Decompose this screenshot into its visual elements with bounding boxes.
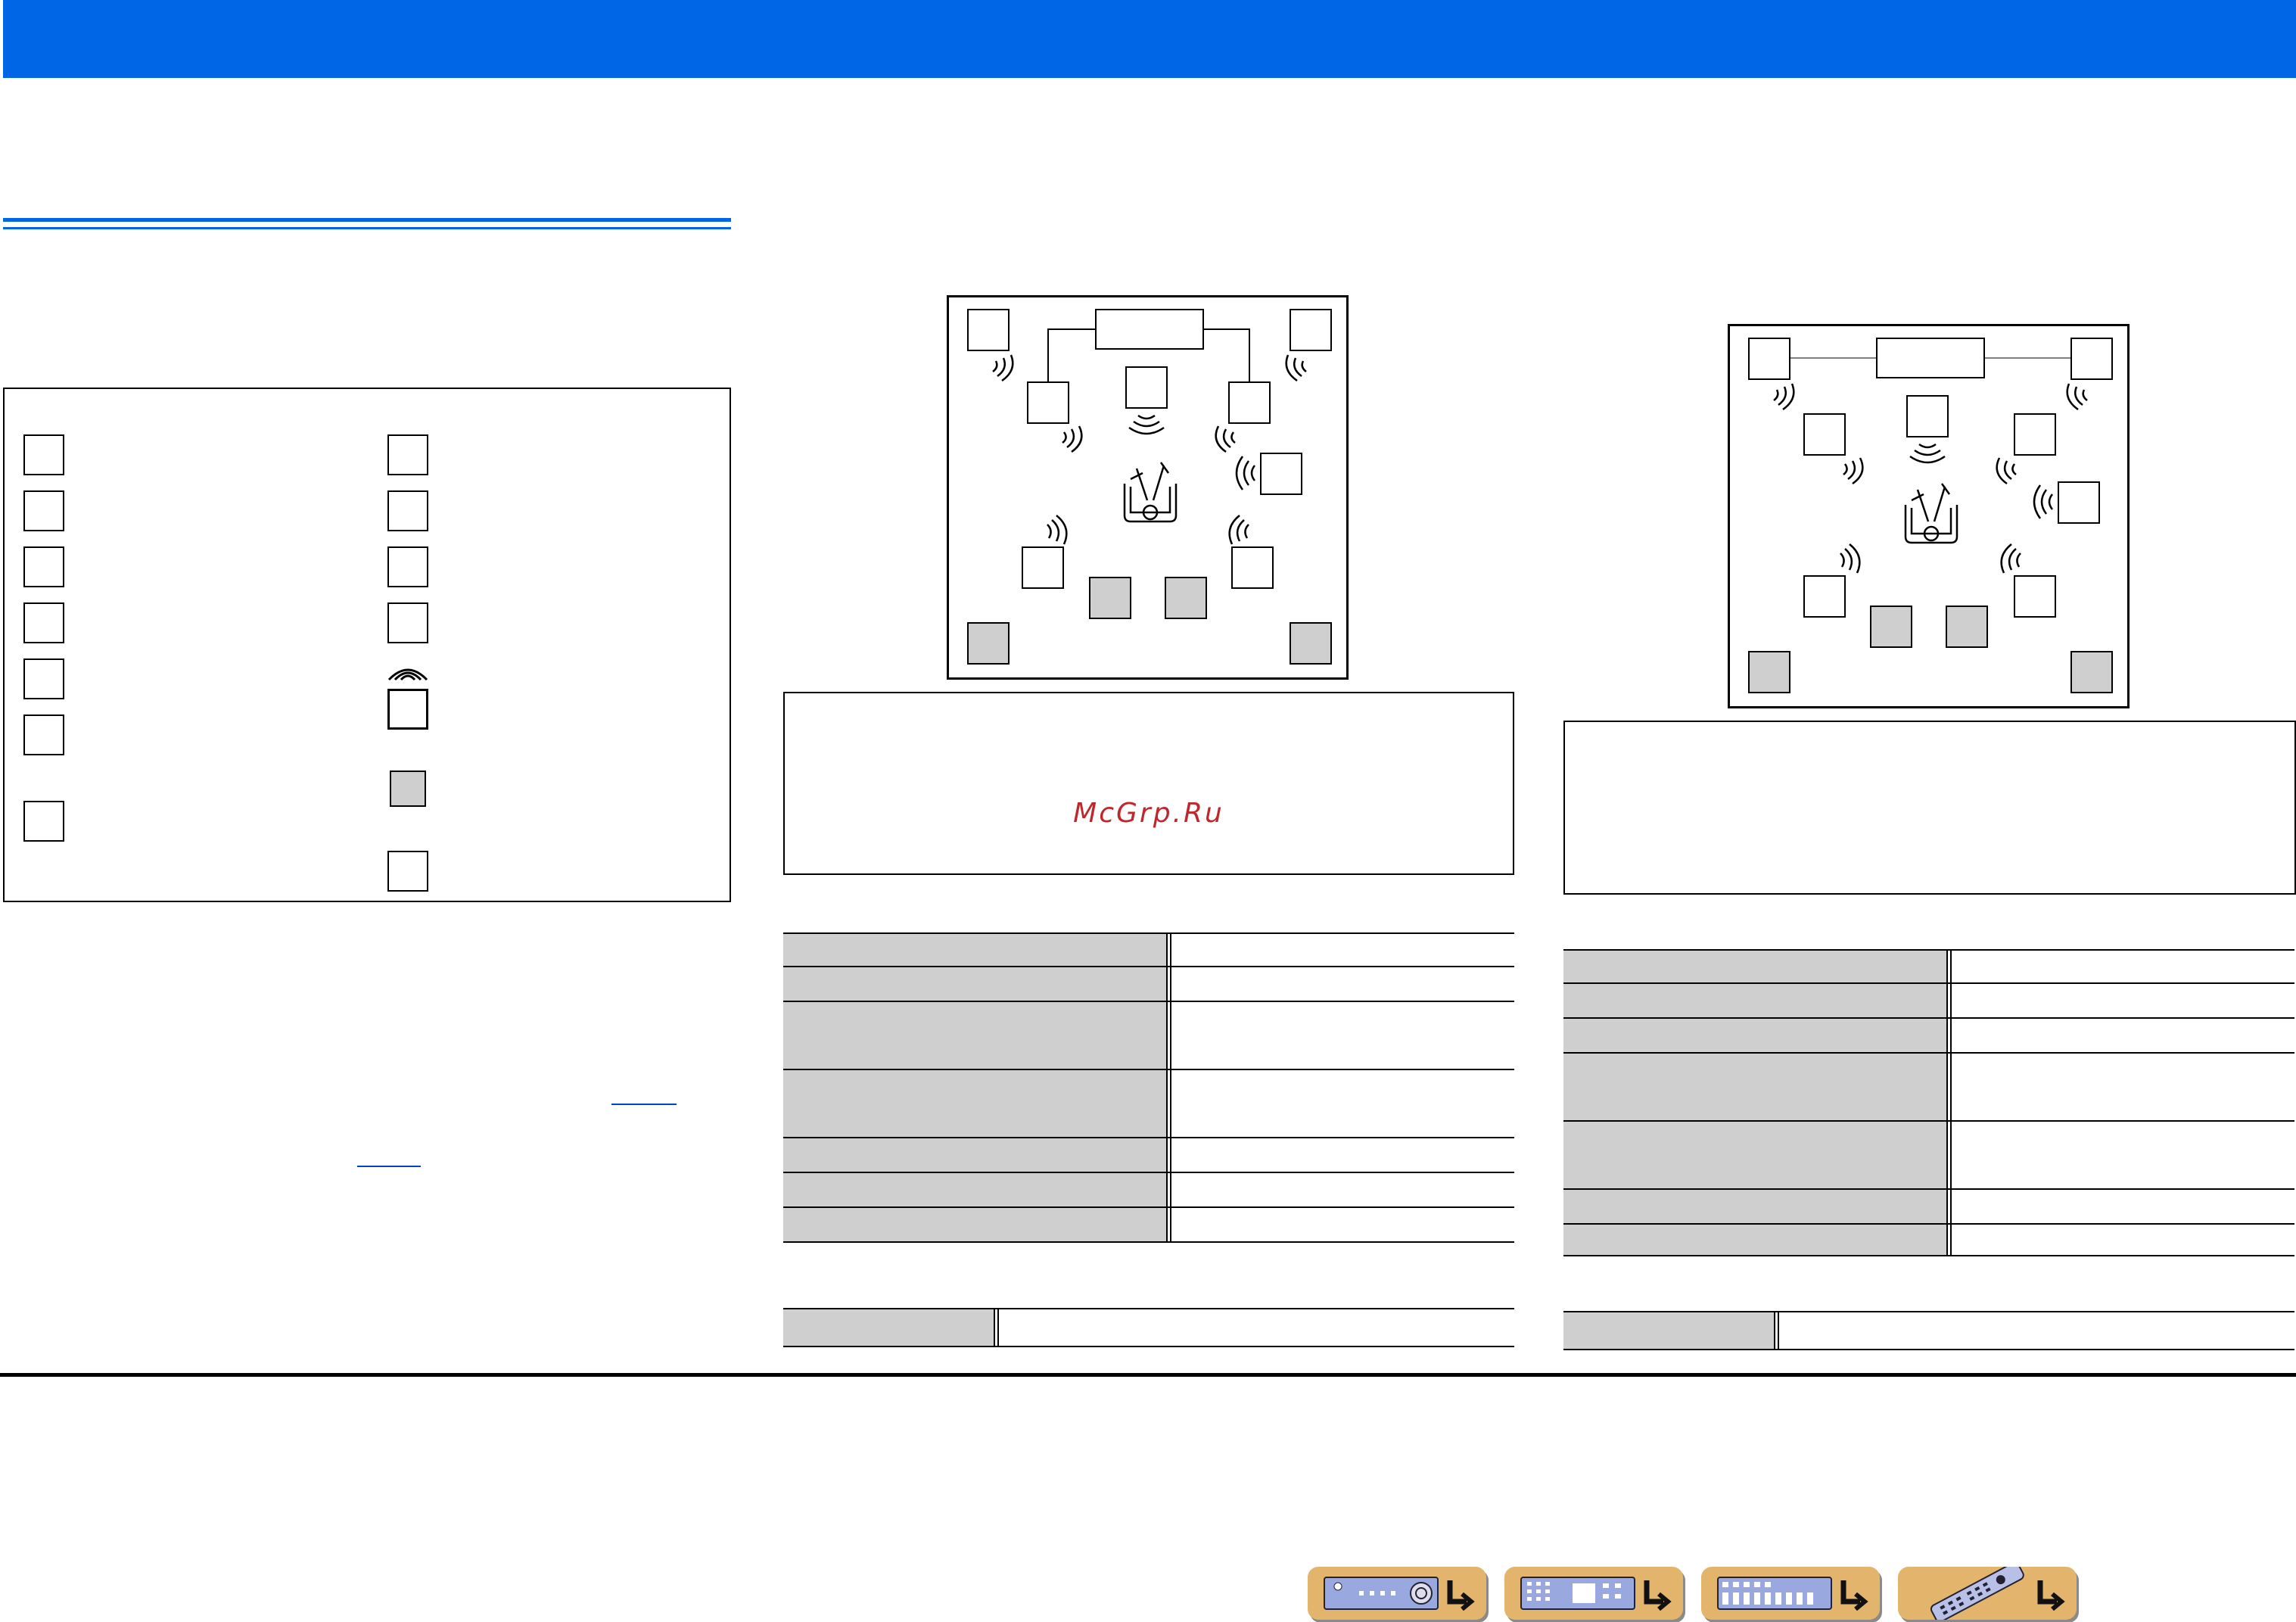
table-row — [1563, 1190, 2294, 1225]
listener-icon — [1904, 483, 1958, 544]
legend-speaker-icon — [23, 490, 64, 531]
legend-speaker-icon — [23, 434, 64, 475]
speaker-legend-box — [3, 388, 731, 902]
table-row — [1563, 1225, 2294, 1256]
table-row — [783, 1002, 1514, 1070]
nav-rear-panel-button[interactable] — [1701, 1567, 1880, 1620]
legend-speaker-icon — [23, 546, 64, 587]
remote-control-icon — [1930, 1567, 2065, 1620]
receiver-control-panel-icon — [1520, 1577, 1672, 1611]
speaker-layout-diagram-1 — [947, 295, 1349, 680]
legend-speaker-icon — [387, 851, 428, 892]
legend-subwoofer-icon — [390, 771, 426, 807]
legend-speaker-icon — [387, 689, 428, 730]
watermark-text: McGrp.Ru — [1073, 798, 1224, 829]
settings-table-2b — [1563, 1311, 2294, 1350]
receiver-rear-panel-icon — [1717, 1577, 1868, 1611]
table-row — [783, 1308, 1514, 1347]
table-row — [1563, 984, 2294, 1019]
table-row — [783, 967, 1514, 1002]
legend-speaker-icon — [23, 602, 64, 643]
section-heading-rule-thin — [3, 227, 731, 229]
table-row — [783, 1070, 1514, 1138]
legend-speaker-icon — [387, 434, 428, 475]
table-row — [1563, 1122, 2294, 1190]
legend-speaker-icon — [23, 658, 64, 699]
footer-rule — [0, 1373, 2296, 1377]
speaker-layout-diagram-2 — [1728, 324, 2130, 708]
table-row — [1563, 949, 2294, 984]
legend-speaker-icon — [387, 602, 428, 643]
note-box-1: McGrp.Ru — [783, 692, 1514, 875]
table-row — [783, 1208, 1514, 1243]
table-row — [1563, 1054, 2294, 1122]
section-heading-rule — [3, 218, 731, 222]
receiver-front-panel-icon — [1324, 1577, 1475, 1611]
settings-table-1b — [783, 1308, 1514, 1347]
table-row — [783, 1173, 1514, 1208]
header-bar — [3, 0, 2296, 78]
page-link[interactable] — [611, 1104, 677, 1105]
listener-icon — [1123, 462, 1178, 523]
nav-remote-control-button[interactable] — [1898, 1567, 2077, 1620]
table-row — [783, 1138, 1514, 1173]
table-row — [1563, 1311, 2294, 1350]
settings-table-1 — [783, 932, 1514, 1243]
sound-waves-icon — [387, 668, 428, 681]
settings-table-2 — [1563, 949, 2294, 1256]
page-link[interactable] — [357, 1166, 421, 1167]
legend-speaker-icon — [23, 801, 64, 842]
note-box-2 — [1563, 721, 2296, 895]
legend-speaker-icon — [387, 490, 428, 531]
table-row — [783, 932, 1514, 967]
legend-speaker-icon — [23, 714, 64, 755]
nav-control-panel-button[interactable] — [1504, 1567, 1683, 1620]
legend-speaker-icon — [387, 546, 428, 587]
table-row — [1563, 1019, 2294, 1054]
nav-front-panel-button[interactable] — [1308, 1567, 1486, 1620]
